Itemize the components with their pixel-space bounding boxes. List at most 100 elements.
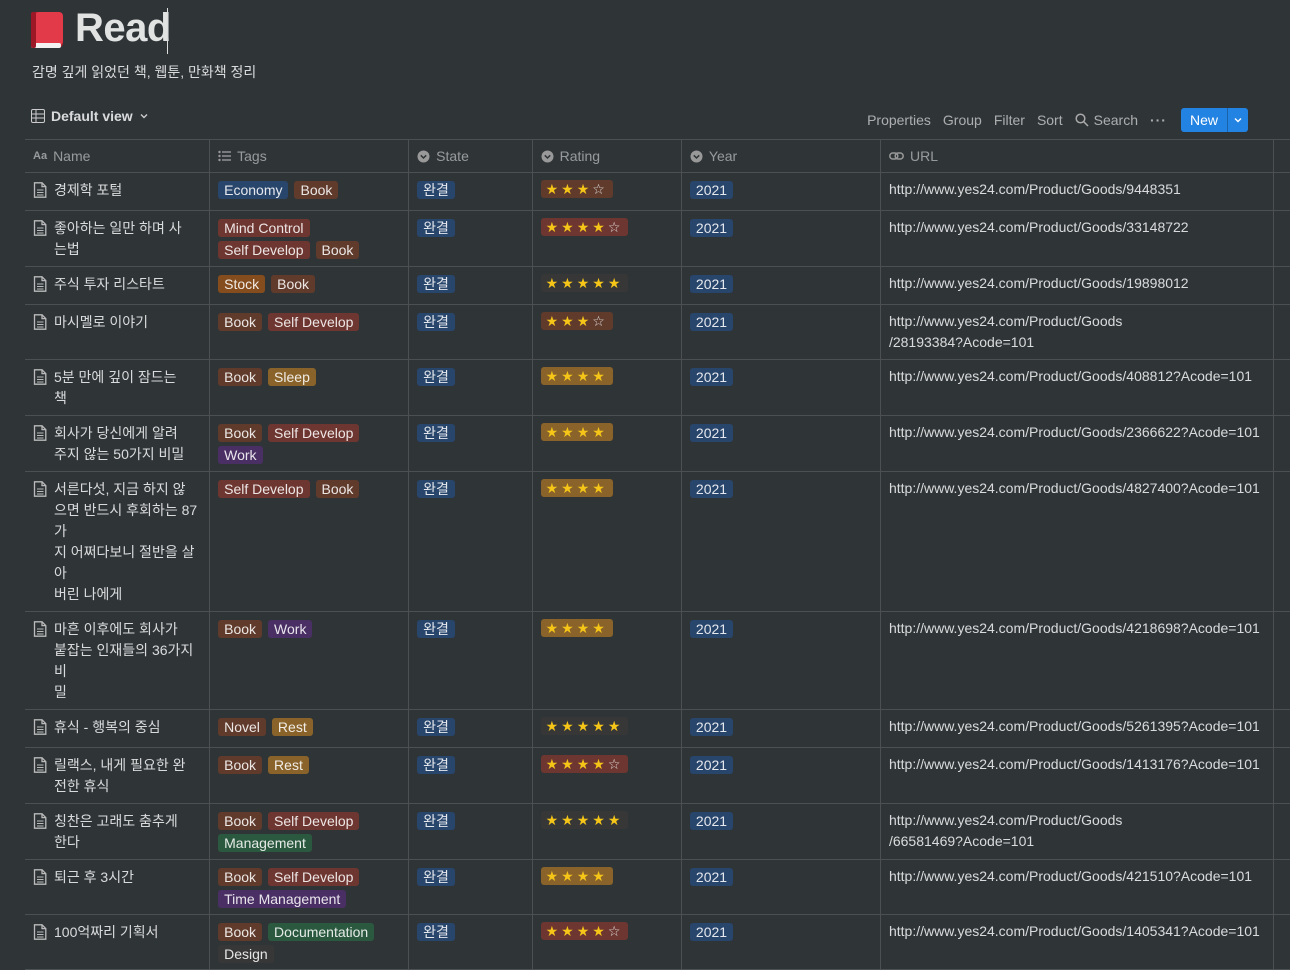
url-cell[interactable]: http://www.yes24.com/Product/Goods/42186… [881,612,1274,709]
table-row[interactable]: 회사가 당신에게 알려 주지 않는 50가지 비밀 Book Self Develop… [25,416,1290,472]
rating-cell[interactable]: ★★★★☆ [533,915,682,969]
rating-cell[interactable]: ★★★★☆ [533,748,682,803]
name-cell[interactable]: 경제학 포털 [25,173,211,210]
tags-cell[interactable]: Book Sleep [210,360,410,415]
state-cell[interactable]: 완결 [409,748,533,803]
tags-cell[interactable]: Book Rest [210,748,410,803]
url-link[interactable]: http://www.yes24.com/Product/Goods/42151… [889,866,1265,887]
sort-button[interactable]: Sort [1037,112,1063,128]
row-title[interactable]: 주식 투자 리스타트 [54,274,165,298]
tags-cell[interactable]: Mind Control Self Develop Book [210,211,410,266]
column-header-tags[interactable]: Tags [210,140,410,172]
row-title[interactable]: 퇴근 후 3시간 [54,867,134,908]
row-title[interactable]: 좋아하는 일만 하며 사 는법 [54,218,182,260]
name-cell[interactable]: 좋아하는 일만 하며 사 는법 [25,211,211,266]
url-cell[interactable]: http://www.yes24.com/Product/Goods/33148… [881,211,1274,266]
state-cell[interactable]: 완결 [409,472,533,611]
table-row[interactable]: 마흔 이후에도 회사가 붙잡는 인재들의 36가지 비 밀 Book Work 완결 ★★★… [25,612,1290,710]
table-row[interactable]: 경제학 포털 Economy Book 완결 ★★★☆ 2021 http://www.ye… [25,173,1290,211]
rating-cell[interactable]: ★★★☆ [533,173,682,210]
url-link[interactable]: http://www.yes24.com/Product/Goods/40881… [889,366,1265,387]
url-link[interactable]: http://www.yes24.com/Product/Goods/14131… [889,754,1265,775]
url-cell[interactable]: http://www.yes24.com/Product/Goods/14131… [881,748,1274,803]
url-cell[interactable]: http://www.yes24.com/Product/Goods/19898… [881,267,1274,304]
state-cell[interactable]: 완결 [409,860,533,914]
name-cell[interactable]: 칭찬은 고래도 춤추게 한다 [25,804,211,859]
tags-cell[interactable]: Book Self Develop Time Management [210,860,410,914]
rating-cell[interactable]: ★★★★ [533,612,682,709]
state-cell[interactable]: 완결 [409,804,533,859]
row-title[interactable]: 5분 만에 깊이 잠드는 책 [54,367,177,409]
row-title[interactable]: 마시멜로 이야기 [54,312,148,353]
url-cell[interactable]: http://www.yes24.com/Product/Goods/42151… [881,860,1274,914]
url-cell[interactable]: http://www.yes24.com/Product/Goods/14053… [881,915,1274,969]
tags-cell[interactable]: Novel Rest [210,710,410,747]
state-cell[interactable]: 완결 [409,267,533,304]
url-link[interactable]: http://www.yes24.com/Product/Goods/23666… [889,422,1265,443]
url-link[interactable]: http://www.yes24.com/Product/Goods/33148… [889,217,1265,238]
state-cell[interactable]: 완결 [409,612,533,709]
table-row[interactable]: 주식 투자 리스타트 Stock Book 완결 ★★★★★ 2021 http://www… [25,267,1290,305]
name-cell[interactable]: 마흔 이후에도 회사가 붙잡는 인재들의 36가지 비밀 [25,612,211,709]
year-cell[interactable]: 2021 [682,173,881,210]
column-header-name[interactable]: Aa Name [25,140,211,172]
row-title[interactable]: 마흔 이후에도 회사가 붙잡는 인재들의 36가지 비밀 [54,619,201,703]
url-link[interactable]: /28193384?Acode=101 [889,332,1265,353]
column-header-url[interactable]: URL [881,140,1274,172]
rating-cell[interactable]: ★★★☆ [533,305,682,359]
year-cell[interactable]: 2021 [682,748,881,803]
year-cell[interactable]: 2021 [682,472,881,611]
table-row[interactable]: 휴식 - 행복의 중심 Novel Rest 완결 ★★★★★ 2021 http://ww… [25,710,1290,748]
url-cell[interactable]: http://www.yes24.com/Product/Goods/52613… [881,710,1274,747]
url-link[interactable]: http://www.yes24.com/Product/Goods/94483… [889,179,1265,200]
table-row[interactable]: 릴랙스, 내게 필요한 완 전한 휴식 Book Rest 완결 ★★★★☆ 2021 htt… [25,748,1290,804]
name-cell[interactable]: 100억짜리 기획서 [25,915,211,969]
year-cell[interactable]: 2021 [682,211,881,266]
state-cell[interactable]: 완결 [409,416,533,471]
tags-cell[interactable]: Self Develop Book [210,472,410,611]
url-link[interactable]: http://www.yes24.com/Product/Goods/52613… [889,716,1265,737]
year-cell[interactable]: 2021 [682,612,881,709]
table-row[interactable]: 퇴근 후 3시간 Book Self Develop Time Management 완… [25,860,1290,915]
name-cell[interactable]: 퇴근 후 3시간 [25,860,211,914]
rating-cell[interactable]: ★★★★★ [533,267,682,304]
url-link[interactable]: http://www.yes24.com/Product/Goods [889,311,1265,332]
year-cell[interactable]: 2021 [682,860,881,914]
year-cell[interactable]: 2021 [682,267,881,304]
table-row[interactable]: 좋아하는 일만 하며 사 는법 Mind Control Self Develop Bo… [25,211,1290,267]
rating-cell[interactable]: ★★★★ [533,360,682,415]
url-cell[interactable]: http://www.yes24.com/Product/Goods/28193… [881,305,1274,359]
url-link[interactable]: http://www.yes24.com/Product/Goods [889,810,1265,831]
year-cell[interactable]: 2021 [682,804,881,859]
rating-cell[interactable]: ★★★★ [533,860,682,914]
url-cell[interactable]: http://www.yes24.com/Product/Goods/66581… [881,804,1274,859]
url-link[interactable]: http://www.yes24.com/Product/Goods/19898… [889,273,1265,294]
table-row[interactable]: 100억짜리 기획서 Book Documentation Design 완결 ★★★★☆… [25,915,1290,970]
row-title[interactable]: 서른다섯, 지금 하지 않 으면 반드시 후회하는 87가 지 어쩌다보니 절반을 … [54,479,201,605]
tags-cell[interactable]: Economy Book [210,173,410,210]
properties-button[interactable]: Properties [867,112,931,128]
tags-cell[interactable]: Book Self Develop Management [210,804,410,859]
name-cell[interactable]: 회사가 당신에게 알려 주지 않는 50가지 비밀 [25,416,211,471]
name-cell[interactable]: 릴랙스, 내게 필요한 완 전한 휴식 [25,748,211,803]
tags-cell[interactable]: Book Documentation Design [210,915,410,969]
year-cell[interactable]: 2021 [682,416,881,471]
year-cell[interactable]: 2021 [682,915,881,969]
group-button[interactable]: Group [943,112,982,128]
row-title[interactable]: 휴식 - 행복의 중심 [54,717,161,741]
table-row[interactable]: 칭찬은 고래도 춤추게 한다 Book Self Develop Management 완… [25,804,1290,860]
row-title[interactable]: 회사가 당신에게 알려 주지 않는 50가지 비밀 [54,423,184,465]
state-cell[interactable]: 완결 [409,710,533,747]
tags-cell[interactable]: Book Self Develop Work [210,416,410,471]
tags-cell[interactable]: Book Work [210,612,410,709]
state-cell[interactable]: 완결 [409,173,533,210]
rating-cell[interactable]: ★★★★ [533,472,682,611]
state-cell[interactable]: 완결 [409,211,533,266]
view-switcher[interactable]: Default view [31,108,149,124]
year-cell[interactable]: 2021 [682,305,881,359]
new-dropdown-button[interactable] [1227,108,1248,132]
url-link[interactable]: http://www.yes24.com/Product/Goods/14053… [889,921,1265,942]
state-cell[interactable]: 완결 [409,305,533,359]
year-cell[interactable]: 2021 [682,710,881,747]
url-link[interactable]: /66581469?Acode=101 [889,831,1265,852]
